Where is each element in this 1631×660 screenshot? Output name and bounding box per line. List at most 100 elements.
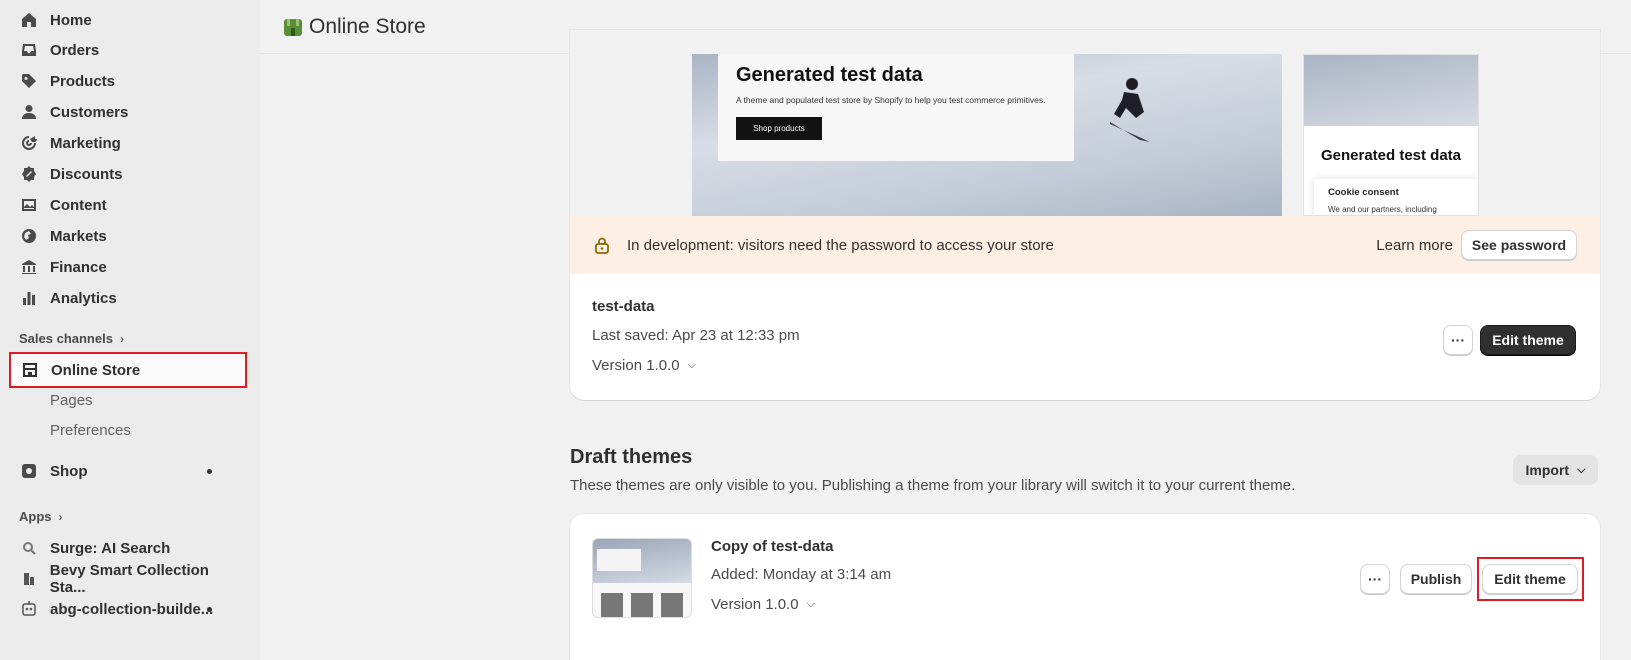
sidebar: Home Orders Products Customers Marketing… <box>0 0 260 660</box>
sidebar-item-label: abg-collection-builde... <box>50 600 214 618</box>
development-banner: In development: visitors need the passwo… <box>570 216 1600 274</box>
thumb-product <box>661 593 683 617</box>
home-icon <box>20 11 38 29</box>
edit-theme-button[interactable]: Edit theme <box>1480 325 1576 355</box>
discount-icon <box>20 165 38 183</box>
cookie-consent-popup: Cookie consent We and our partners, incl… <box>1314 179 1478 215</box>
mobile-preview: Generated test data Cookie consent We an… <box>1303 54 1479 216</box>
sidebar-item-label: Orders <box>50 41 100 59</box>
version-label: Version 1.0.0 <box>592 357 680 374</box>
import-button[interactable]: Import ⌵ <box>1513 455 1598 485</box>
ellipsis-icon: ··· <box>1451 332 1465 348</box>
sidebar-item-label: Finance <box>50 258 107 276</box>
draft-theme-name: Copy of test-data <box>711 538 834 555</box>
sidebar-subitem-pages[interactable]: Pages <box>50 392 93 409</box>
ellipsis-icon: ··· <box>1368 571 1382 587</box>
sidebar-item-orders[interactable]: Orders <box>10 35 246 65</box>
globe-icon <box>20 227 38 245</box>
cookie-text: We and our partners, including <box>1328 205 1437 214</box>
sidebar-item-markets[interactable]: Markets <box>10 221 246 251</box>
sidebar-item-label: Shop <box>50 462 88 480</box>
sidebar-item-discounts[interactable]: Discounts <box>10 159 246 189</box>
sidebar-item-label: Surge: AI Search <box>50 539 171 557</box>
preview-hero-panel: Generated test data A theme and populate… <box>718 54 1074 161</box>
cookie-title: Cookie consent <box>1328 187 1399 198</box>
see-password-button[interactable]: See password <box>1461 230 1577 260</box>
sidebar-app-abg[interactable]: abg-collection-builde... <box>10 594 246 624</box>
sidebar-subitem-preferences[interactable]: Preferences <box>50 422 131 439</box>
chevron-down-icon: ⌵ <box>687 359 696 371</box>
thumb-product <box>631 593 653 617</box>
theme-preview[interactable]: Generated test data A theme and populate… <box>570 30 1600 216</box>
page-title: Online Store <box>309 14 426 38</box>
more-actions-button[interactable]: ··· <box>1443 325 1473 355</box>
sidebar-item-finance[interactable]: Finance <box>10 252 246 282</box>
unread-dot <box>207 607 212 612</box>
skier-image <box>1110 78 1150 142</box>
sidebar-item-label: Home <box>50 11 92 29</box>
tag-icon <box>20 72 38 90</box>
highlight-box <box>1477 557 1584 601</box>
image-icon <box>20 196 38 214</box>
sidebar-item-label: Products <box>50 72 116 90</box>
draft-theme-card: Copy of test-data Added: Monday at 3:14 … <box>570 514 1600 660</box>
collection-app-icon <box>20 570 38 588</box>
apps-label: Apps <box>19 509 52 524</box>
sidebar-item-online-store[interactable]: Online Store <box>9 352 247 388</box>
chevron-right-icon: › <box>119 331 124 346</box>
learn-more-link[interactable]: Learn more <box>1376 237 1453 254</box>
preview-text: A theme and populated test store by Shop… <box>736 95 1046 105</box>
apps-heading[interactable]: Apps › <box>19 509 63 524</box>
draft-themes-subtitle: These themes are only visible to you. Pu… <box>570 477 1296 494</box>
sales-channels-label: Sales channels <box>19 331 113 346</box>
sales-channels-heading[interactable]: Sales channels › <box>19 331 124 346</box>
bar-chart-icon <box>20 289 38 307</box>
desktop-preview: Generated test data A theme and populate… <box>692 54 1282 216</box>
version-label: Version 1.0.0 <box>711 596 799 613</box>
inbox-icon <box>20 41 38 59</box>
banner-message: In development: visitors need the passwo… <box>627 236 1054 254</box>
target-icon <box>20 134 38 152</box>
theme-name: test-data <box>592 298 655 315</box>
unread-dot <box>207 469 212 474</box>
sidebar-item-customers[interactable]: Customers <box>10 97 246 127</box>
thumb-product <box>601 593 623 617</box>
draft-themes-heading: Draft themes <box>570 446 693 468</box>
thumb-panel <box>597 549 641 571</box>
sidebar-item-shop[interactable]: Shop <box>10 456 246 486</box>
thumb-products <box>593 583 691 617</box>
lock-icon <box>595 237 609 254</box>
sidebar-item-label: Customers <box>50 103 129 121</box>
thumb-hero <box>593 539 691 583</box>
builder-app-icon <box>20 600 38 618</box>
sidebar-item-label: Bevy Smart Collection Sta... <box>49 562 209 596</box>
chevron-down-icon: ⌵ <box>1577 463 1586 476</box>
mobile-hero-image <box>1304 55 1478 126</box>
sidebar-item-marketing[interactable]: Marketing <box>10 128 246 158</box>
online-store-icon <box>284 18 302 36</box>
sidebar-item-label: Analytics <box>50 289 117 307</box>
draft-version-dropdown[interactable]: Version 1.0.0 ⌵ <box>711 596 815 613</box>
sidebar-item-products[interactable]: Products <box>10 66 246 96</box>
draft-more-actions-button[interactable]: ··· <box>1360 564 1390 594</box>
chevron-right-icon: › <box>58 509 63 524</box>
draft-theme-thumbnail[interactable] <box>592 538 692 618</box>
preview-shop-button: Shop products <box>736 117 822 140</box>
sidebar-item-home[interactable]: Home <box>10 5 246 35</box>
last-saved: Last saved: Apr 23 at 12:33 pm <box>592 327 800 344</box>
person-icon <box>20 103 38 121</box>
sidebar-item-label: Markets <box>50 227 107 245</box>
publish-button[interactable]: Publish <box>1400 564 1472 594</box>
search-app-icon <box>20 539 38 557</box>
sidebar-app-bevy[interactable]: Bevy Smart Collection Sta... <box>10 562 246 596</box>
mobile-preview-heading: Generated test data <box>1320 147 1462 164</box>
import-label: Import <box>1525 462 1570 478</box>
current-theme-card: Generated test data A theme and populate… <box>570 30 1600 400</box>
version-dropdown[interactable]: Version 1.0.0 ⌵ <box>592 357 696 374</box>
sidebar-item-label: Discounts <box>50 165 123 183</box>
sidebar-item-label: Marketing <box>50 134 121 152</box>
sidebar-app-surge[interactable]: Surge: AI Search <box>10 533 246 563</box>
sidebar-item-analytics[interactable]: Analytics <box>10 283 246 313</box>
store-icon <box>21 361 39 379</box>
sidebar-item-content[interactable]: Content <box>10 190 246 220</box>
